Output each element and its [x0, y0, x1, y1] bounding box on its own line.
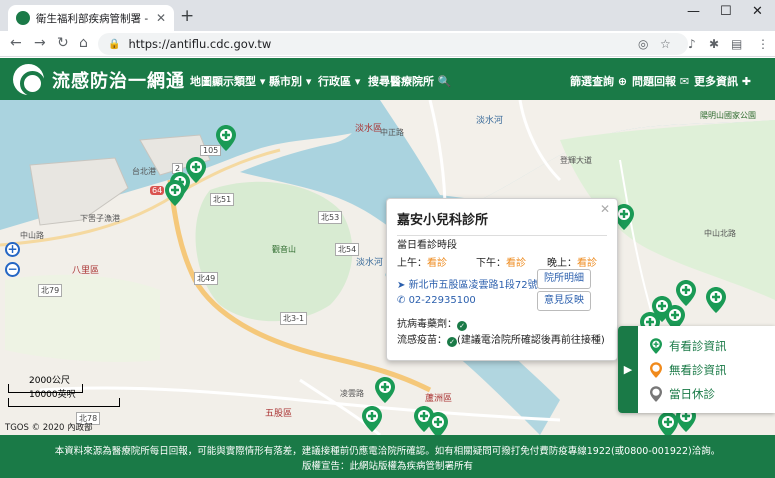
road-shield: 北54 [335, 243, 360, 256]
profile-icon[interactable]: ▤ [731, 37, 742, 51]
clinic-pin-icon[interactable] [658, 412, 678, 435]
legend-item-no-info: 無看診資訊 [650, 362, 727, 378]
nav-district[interactable]: 行政區 ▾ [318, 73, 360, 89]
tab-title: 衛生福利部疾病管制署 - 流感防治 [36, 12, 152, 25]
road-shield: 北49 [194, 272, 219, 285]
clinic-address-link[interactable]: ➤ 新北市五股區凌雲路1段72號 [397, 276, 538, 291]
scale-bar-imperial: 10000英呎 [8, 390, 120, 407]
map-label: 淡水區 [355, 124, 383, 134]
map-label: 中山北路 [704, 229, 736, 238]
phone-icon: ✆ [397, 295, 409, 306]
map-label: 五股區 [265, 409, 293, 419]
map-label: 八里區 [72, 266, 100, 276]
highway-shield: 64 [150, 186, 165, 195]
reload-icon[interactable]: ↻ [57, 35, 69, 51]
browser-tab[interactable]: 衛生福利部疾病管制署 - 流感防治 ✕ [8, 5, 174, 31]
url-text: https://antiflu.cdc.gov.tw [128, 37, 272, 51]
close-icon[interactable]: ✕ [600, 202, 610, 216]
extensions-icon[interactable]: ✱ [709, 37, 719, 51]
road-shield: 北51 [210, 193, 235, 206]
road-shield: 北79 [38, 284, 63, 297]
map-label: 陽明山國家公園 [700, 111, 756, 120]
footer-copyright: 版權宣告：此網站版權為疾病管制署所有 [301, 461, 473, 472]
bookmark-star-icon[interactable]: ☆ [660, 37, 671, 51]
road-shield: 北3-1 [280, 312, 308, 325]
back-icon[interactable]: ← [10, 35, 22, 51]
clinic-detail-button[interactable]: 院所明細 [537, 269, 591, 289]
map-attribution: TGOS © 2020 內政部 [5, 423, 93, 433]
nav-filter[interactable]: 篩選查詢 ⊕ [570, 73, 627, 89]
legend-item-open: 有看診資訊 [650, 338, 727, 354]
feedback-button[interactable]: 意見反映 [537, 291, 591, 311]
map-label: 登輝大道 [560, 156, 592, 165]
forward-icon[interactable]: → [34, 35, 46, 51]
new-tab-icon[interactable]: + [180, 6, 194, 26]
map-label: 中正路 [380, 128, 404, 137]
clinic-pin-icon[interactable] [216, 125, 236, 151]
map-label: 台北港 [132, 167, 156, 176]
caret-right-icon: ▶ [623, 363, 633, 376]
green-pin-icon [650, 338, 662, 354]
clinic-phone-link[interactable]: ✆ 02-22935100 [397, 295, 476, 306]
map-label: 觀音山 [272, 245, 296, 254]
check-circle-icon: ✓ [447, 337, 457, 347]
map-label: 蘆洲區 [425, 394, 453, 404]
navigate-arrow-icon: ➤ [397, 280, 409, 291]
brand-title[interactable]: 流感防治一網通 [52, 67, 185, 93]
clinic-pin-icon[interactable] [362, 406, 382, 432]
address-bar[interactable]: 🔒 https://antiflu.cdc.gov.tw [98, 33, 688, 55]
morning-hours: 上午：看診 [397, 258, 447, 269]
schedule-title: 當日看診時段 [397, 240, 457, 251]
nav-search-clinic[interactable]: 搜尋醫療院所 🔍 [368, 73, 452, 89]
browser-tab-bar: 衛生福利部疾病管制署 - 流感防治 ✕ + — ☐ ✕ [0, 0, 775, 31]
legend-toggle-button[interactable]: ▶ [618, 326, 638, 413]
home-icon[interactable]: ⌂ [79, 35, 88, 51]
footer-disclaimer: 本資料來源為醫療院所每日回報，可能與實際情形有落差，建議接種前仍應電洽院所確認。… [54, 446, 721, 457]
evening-hours: 晚上：看診 [547, 258, 597, 269]
nav-more-info[interactable]: 更多資訊 ✚ [694, 73, 751, 89]
clinic-pin-icon[interactable] [676, 280, 696, 306]
nav-map-type[interactable]: 地圖顯示類型 ▾ [190, 73, 265, 89]
clinic-pin-icon[interactable] [428, 412, 448, 435]
close-window-icon[interactable]: ✕ [752, 4, 763, 19]
map-legend: ▶ 有看診資訊 無看診資訊 當日休診 [618, 326, 775, 413]
menu-icon[interactable]: ⋮ [757, 37, 769, 51]
nav-report[interactable]: 問題回報 ✉ [632, 73, 689, 89]
maximize-icon[interactable]: ☐ [720, 4, 732, 19]
lock-icon: 🔒 [108, 38, 121, 50]
map-label: 淡水河 [476, 116, 504, 126]
page-footer: 本資料來源為醫療院所每日回報，可能與實際情形有落差，建議接種前仍應電洽院所確認。… [0, 435, 775, 478]
clinic-pin-icon[interactable] [706, 287, 726, 313]
microphone-icon[interactable]: ♪ [688, 37, 696, 51]
map-label: 凌雲路 [340, 389, 364, 398]
clinic-pin-icon[interactable] [165, 180, 185, 206]
site-favicon-icon [16, 11, 30, 25]
legend-item-closed: 當日休診 [650, 386, 715, 402]
orange-pin-icon [650, 362, 662, 378]
app-header: 流感防治一網通 地圖顯示類型 ▾ 縣市別 ▾ 行政區 ▾ 搜尋醫療院所 🔍 篩選… [0, 58, 775, 100]
map-label: 淡水河 [356, 258, 384, 268]
gray-pin-icon [650, 386, 662, 402]
check-circle-icon: ✓ [457, 321, 467, 331]
minimize-icon[interactable]: — [687, 4, 700, 19]
clinic-name: 嘉安小兒科診所 [397, 213, 489, 228]
clinic-pin-icon[interactable] [375, 377, 395, 403]
browser-toolbar: ← → ↻ ⌂ 🔒 https://antiflu.cdc.gov.tw ◎ ☆… [0, 31, 775, 57]
nav-county[interactable]: 縣市別 ▾ [269, 73, 311, 89]
location-icon[interactable]: ◎ [638, 37, 648, 51]
clinic-popup: ✕ 嘉安小兒科診所 當日看診時段 上午：看診 下午：看診 晚上：看診 ➤ 新北市… [386, 198, 618, 361]
map-label: 中山路 [20, 231, 44, 240]
vaccine-status: 流感疫苗： ✓ (建議電洽院所確認後再前往接種) [397, 335, 605, 347]
zoom-out-button[interactable]: − [5, 262, 20, 277]
map-label: 下罟子漁港 [80, 214, 120, 223]
afternoon-hours: 下午：看診 [476, 258, 526, 269]
zoom-in-button[interactable]: + [5, 242, 20, 257]
road-shield: 北53 [318, 211, 343, 224]
antiviral-status: 抗病毒藥劑： ✓ [397, 315, 467, 331]
close-tab-icon[interactable]: ✕ [156, 11, 166, 25]
cdc-logo-icon[interactable] [13, 64, 45, 96]
